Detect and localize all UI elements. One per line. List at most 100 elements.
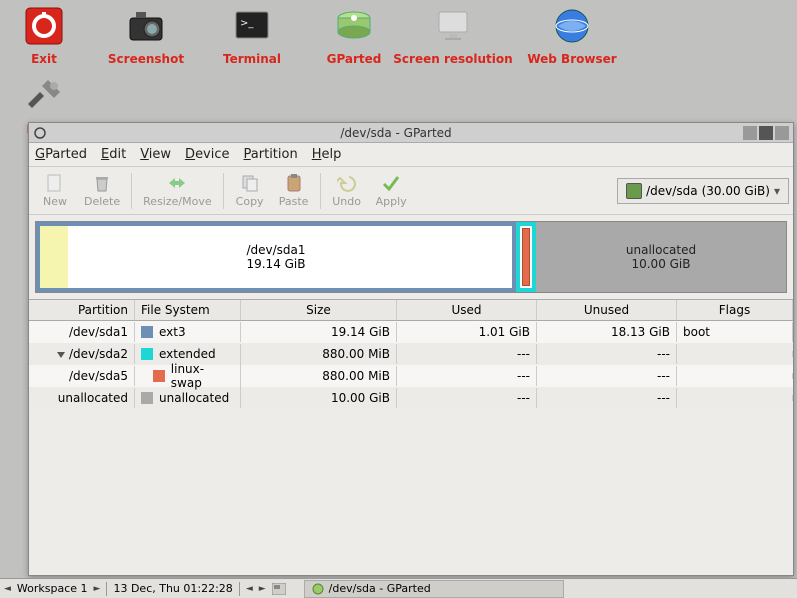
menu-partition[interactable]: Partition — [244, 147, 298, 162]
cell-used: --- — [397, 344, 537, 364]
cell-size: 10.00 GiB — [241, 388, 397, 408]
undo-button[interactable]: Undo — [325, 169, 369, 213]
desktop-icon-label: Exit — [14, 52, 74, 66]
table-row[interactable]: /dev/sda1ext319.14 GiB1.01 GiB18.13 GiBb… — [29, 321, 793, 343]
menu-view[interactable]: View — [140, 147, 171, 162]
power-icon — [20, 2, 68, 50]
table-header: Partition File System Size Used Unused F… — [29, 299, 793, 321]
cell-unused: --- — [537, 388, 677, 408]
cell-size: 880.00 MiB — [241, 344, 397, 364]
copy-button[interactable]: Copy — [228, 169, 272, 213]
col-flags[interactable]: Flags — [677, 300, 793, 320]
device-size: (30.00 GiB) — [702, 184, 770, 198]
expand-icon[interactable] — [57, 352, 65, 358]
close-button[interactable] — [775, 126, 789, 140]
apply-icon — [381, 173, 401, 193]
apply-button[interactable]: Apply — [369, 169, 414, 213]
desktop: Exit Screenshot >_ Terminal GParted Scre… — [0, 0, 797, 130]
desktop-icon-label: Terminal — [204, 52, 300, 66]
maximize-button[interactable] — [759, 126, 773, 140]
tools-icon — [20, 72, 68, 120]
cell-size: 880.00 MiB — [241, 366, 397, 386]
col-size[interactable]: Size — [241, 300, 397, 320]
workspace-label[interactable]: Workspace 1 — [17, 582, 88, 595]
table-row[interactable]: /dev/sda5linux-swap880.00 MiB------ — [29, 365, 793, 387]
cell-unused: 18.13 GiB — [537, 322, 677, 342]
toolbar: New Delete Resize/Move Copy Paste Undo A… — [29, 167, 793, 215]
partition-segment-unallocated[interactable]: unallocated 10.00 GiB — [536, 222, 786, 292]
gparted-window: /dev/sda - GParted GParted Edit View Dev… — [28, 122, 794, 576]
window-titlebar[interactable]: /dev/sda - GParted — [29, 123, 793, 143]
swap-fill — [522, 228, 530, 286]
cell-used: --- — [397, 366, 537, 386]
cell-partition: unallocated — [29, 388, 135, 408]
desktop-icon-exit[interactable]: Exit — [14, 2, 74, 66]
undo-icon — [337, 173, 357, 193]
workspace-next[interactable]: ► — [94, 584, 101, 594]
toolbar-separator — [320, 173, 321, 209]
menu-edit[interactable]: Edit — [101, 147, 126, 162]
desktop-icon-label: Web Browser — [524, 52, 620, 66]
desktop-icon-screen-res[interactable]: Screen resolution — [388, 2, 518, 66]
cell-flags — [677, 373, 793, 379]
minimize-button[interactable] — [743, 126, 757, 140]
toolbar-separator — [131, 173, 132, 209]
col-filesystem[interactable]: File System — [135, 300, 241, 320]
cell-flags — [677, 351, 793, 357]
menu-help[interactable]: Help — [312, 147, 342, 162]
cell-partition: /dev/sda5 — [29, 366, 135, 386]
cell-partition: /dev/sda1 — [29, 322, 135, 342]
resize-icon — [167, 173, 187, 193]
device-name: /dev/sda — [646, 184, 697, 198]
segment-label: /dev/sda1 19.14 GiB — [44, 230, 508, 284]
resize-move-button[interactable]: Resize/Move — [136, 169, 218, 213]
menu-bar: GParted Edit View Device Partition Help — [29, 143, 793, 167]
desktop-icon-label: Screenshot — [98, 52, 194, 66]
task-ws-icon[interactable] — [272, 583, 286, 595]
app-menu-icon[interactable] — [33, 126, 47, 140]
delete-button[interactable]: Delete — [77, 169, 127, 213]
taskbar-task[interactable]: /dev/sda - GParted — [304, 580, 564, 598]
paste-button[interactable]: Paste — [272, 169, 316, 213]
toolbar-separator — [223, 173, 224, 209]
task-prev[interactable]: ◄ — [246, 584, 253, 594]
terminal-icon: >_ — [228, 2, 276, 50]
desktop-icon-terminal[interactable]: >_ Terminal — [204, 2, 300, 66]
workspace-prev[interactable]: ◄ — [4, 584, 11, 594]
task-next[interactable]: ► — [259, 584, 266, 594]
table-row[interactable]: unallocatedunallocated10.00 GiB------ — [29, 387, 793, 409]
new-button[interactable]: New — [33, 169, 77, 213]
partition-table-body: /dev/sda1ext319.14 GiB1.01 GiB18.13 GiBb… — [29, 321, 793, 409]
cell-used: 1.01 GiB — [397, 322, 537, 342]
cell-used: --- — [397, 388, 537, 408]
cell-flags: boot — [677, 322, 793, 342]
window-title: /dev/sda - GParted — [51, 126, 741, 140]
menu-device[interactable]: Device — [185, 147, 229, 162]
cell-partition: /dev/sda2 — [29, 344, 135, 364]
cell-unused: --- — [537, 366, 677, 386]
globe-icon — [548, 2, 596, 50]
device-selector[interactable]: /dev/sda (30.00 GiB) ▾ — [617, 178, 789, 204]
trash-icon — [92, 173, 112, 193]
taskbar-clock: 13 Dec, Thu 01:22:28 — [113, 582, 232, 595]
cell-filesystem: ext3 — [135, 322, 241, 342]
taskbar: ◄ Workspace 1 ► 13 Dec, Thu 01:22:28 ◄ ►… — [0, 578, 797, 598]
menu-gparted[interactable]: GParted — [35, 147, 87, 162]
partition-segment-sda1[interactable]: /dev/sda1 19.14 GiB — [36, 222, 516, 292]
col-unused[interactable]: Unused — [537, 300, 677, 320]
desktop-icon-screenshot[interactable]: Screenshot — [98, 2, 194, 66]
disk-map: /dev/sda1 19.14 GiB unallocated 10.00 Gi… — [35, 221, 787, 293]
paste-icon — [284, 173, 304, 193]
fs-color-swatch — [141, 326, 153, 338]
desktop-icon-label: Screen resolution — [388, 52, 518, 66]
cell-filesystem: unallocated — [135, 388, 241, 408]
col-partition[interactable]: Partition — [29, 300, 135, 320]
monitor-icon — [429, 2, 477, 50]
partition-segment-extended[interactable] — [516, 222, 536, 292]
fs-color-swatch — [141, 392, 153, 404]
desktop-icon-web-browser[interactable]: Web Browser — [524, 2, 620, 66]
col-used[interactable]: Used — [397, 300, 537, 320]
cell-unused: --- — [537, 344, 677, 364]
cell-size: 19.14 GiB — [241, 322, 397, 342]
camera-icon — [122, 2, 170, 50]
